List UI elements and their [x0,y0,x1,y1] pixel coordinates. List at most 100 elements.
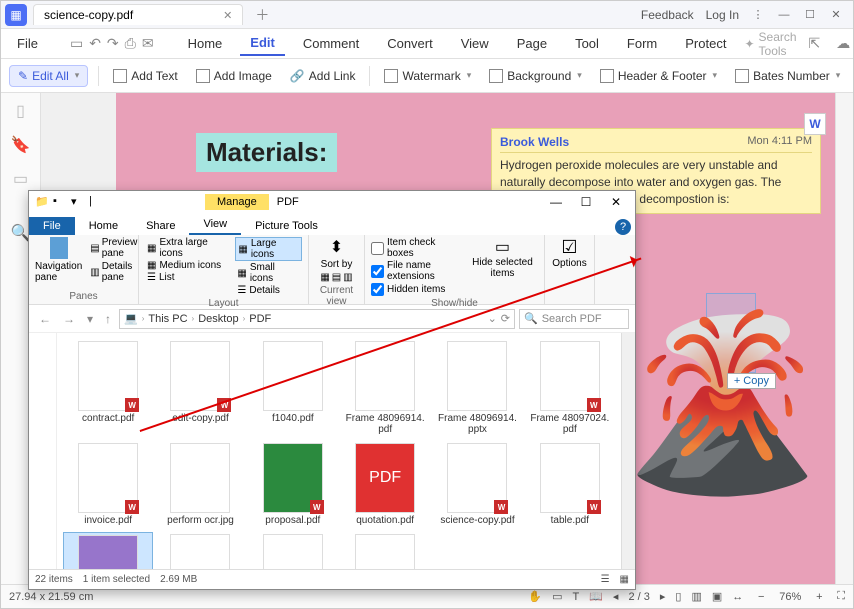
folder-icon[interactable]: 📁 [35,195,49,209]
file-item[interactable]: Frame 48096914.pptx [432,339,522,437]
zoom-out-button[interactable]: − [753,591,769,603]
two-page-icon[interactable]: ▣ [712,590,722,603]
single-page-icon[interactable]: ▯ [675,590,681,603]
text-select-icon[interactable]: T [572,591,579,603]
explorer-tab-view[interactable]: View [189,215,241,235]
thumbnails-icon[interactable]: ▯ [16,101,25,121]
hide-selected-button[interactable]: ▭Hide selected items [467,237,538,296]
add-text-button[interactable]: Add Text [109,67,181,85]
explorer-tab-file[interactable]: File [29,217,75,235]
layers-icon[interactable]: ▭ [13,169,28,189]
tab-page[interactable]: Page [507,32,557,55]
properties-icon[interactable]: ▪ [53,195,67,209]
watermark-button[interactable]: Watermark▾ [380,67,475,85]
more-icon[interactable]: ⋮ [745,6,771,24]
login-link[interactable]: Log In [706,8,739,22]
tab-convert[interactable]: Convert [377,32,443,55]
tab-view[interactable]: View [451,32,499,55]
checkbox[interactable] [371,242,384,255]
file-menu[interactable]: File [9,34,46,53]
export-icon[interactable]: ⇱ [809,35,821,52]
columns-icon[interactable]: ▤ [332,272,341,283]
bookmarks-icon[interactable]: 🔖 [11,135,31,155]
file-item[interactable]: WFrame 48097024.pdf [525,339,615,437]
details-pane-button[interactable]: ▥Details pane [90,261,137,283]
crumb-desktop[interactable]: Desktop [198,313,238,325]
fullscreen-icon[interactable]: ⛶ [837,590,845,603]
file-item[interactable]: Wscience-copy.pdf [432,441,522,528]
list-option[interactable]: ☰List [145,272,231,283]
sort-by-label[interactable]: Sort by [321,259,353,270]
recent-locations-icon[interactable]: ▾ [83,312,97,326]
mail-icon[interactable]: ✉ [142,35,154,52]
file-item[interactable]: Wbill.pdf [248,532,338,569]
tab-home[interactable]: Home [178,32,233,55]
address-path[interactable]: 💻 › This PC › Desktop › PDF ⌄⟳ [119,309,515,329]
back-button[interactable]: ← [35,312,55,326]
feedback-link[interactable]: Feedback [641,8,694,22]
up-button[interactable]: ↑ [101,312,115,326]
rectangle-icon[interactable]: ▭ [552,590,562,603]
tab-protect[interactable]: Protect [675,32,736,55]
explorer-close[interactable]: ✕ [601,195,631,209]
file-item[interactable]: Wbill(English).pdf [340,532,430,569]
large-icons-view-icon[interactable]: ▦ [620,574,629,585]
small-icons-option[interactable]: ▦Small icons [235,262,302,284]
navigation-pane-button[interactable]: Navigation pane [35,237,82,289]
continuous-icon[interactable]: ▥ [691,590,701,603]
explorer-tab-home[interactable]: Home [75,217,132,235]
forward-button[interactable]: → [59,312,79,326]
minimize-button[interactable]: — [771,6,797,24]
background-button[interactable]: Background▾ [485,67,586,85]
medium-icons-option[interactable]: ▦Medium icons [145,260,231,271]
explorer-nav-tree[interactable] [29,333,57,569]
file-item[interactable]: Wedit-copy.pdf [155,339,245,437]
size-cols-icon[interactable]: ▥ [343,272,352,283]
sort-icon[interactable]: ⬍ [330,237,343,257]
file-item[interactable]: PDFquotation.pdf [340,441,430,528]
checkbox[interactable] [371,265,384,278]
hand-tool-icon[interactable]: ✋ [528,590,542,603]
preview-pane-button[interactable]: ▤Preview pane [90,237,137,259]
extra-large-icons-option[interactable]: ▦Extra large icons [145,237,231,259]
qat-chevron-icon[interactable]: ▾ [71,195,85,209]
file-item[interactable]: tezos-WN5_7UBc7cw-unsplash.gif [63,532,153,569]
file-item[interactable]: Wtime table.pdf [155,532,245,569]
hidden-items-toggle[interactable]: Hidden items [371,283,461,296]
help-icon[interactable]: ? [615,219,631,235]
maximize-button[interactable]: ☐ [797,6,823,24]
undo-icon[interactable]: ↶ [89,35,101,52]
add-image-button[interactable]: Add Image [192,67,276,85]
tab-tool[interactable]: Tool [565,32,609,55]
edit-all-button[interactable]: ✎ Edit All ▾ [9,65,88,87]
add-link-button[interactable]: 🔗Add Link [286,67,360,85]
file-item[interactable]: Wcontract.pdf [63,339,153,437]
fit-width-icon[interactable]: ↔ [732,591,743,603]
file-name-extensions-toggle[interactable]: File name extensions [371,260,461,282]
scrollbar[interactable] [621,333,635,569]
redo-icon[interactable]: ↷ [107,35,119,52]
zoom-in-button[interactable]: + [811,591,827,603]
close-tab-icon[interactable]: ✕ [223,9,232,22]
bates-number-button[interactable]: Bates Number▾ [731,67,844,85]
file-item[interactable]: Wtable.pdf [525,441,615,528]
file-item[interactable]: Wproposal.pdf [248,441,338,528]
file-item[interactable]: Winvoice.pdf [63,441,153,528]
open-icon[interactable]: ▭ [70,35,83,52]
page-indicator[interactable]: 2 / 3 [628,591,649,603]
file-item[interactable]: Frame 48096914.pdf [340,339,430,437]
file-item[interactable]: perform ocr.jpg [155,441,245,528]
file-grid[interactable]: Wcontract.pdfWedit-copy.pdff1040.pdfFram… [57,333,621,569]
manage-tab[interactable]: Manage [205,194,269,210]
dropdown-chevron-icon[interactable]: ⌄ [488,312,497,325]
document-tab[interactable]: science-copy.pdf ✕ [33,4,243,25]
tab-edit[interactable]: Edit [240,31,285,56]
explorer-tab-picture-tools[interactable]: Picture Tools [241,217,332,235]
next-page-icon[interactable]: ▸ [660,590,666,603]
cloud-icon[interactable]: ☁ [836,35,850,52]
read-mode-icon[interactable]: 📖 [589,590,603,603]
tab-comment[interactable]: Comment [293,32,369,55]
zoom-level[interactable]: 76% [779,591,801,603]
search-tools[interactable]: ✦ Search Tools [744,30,796,58]
prev-page-icon[interactable]: ◂ [613,590,619,603]
